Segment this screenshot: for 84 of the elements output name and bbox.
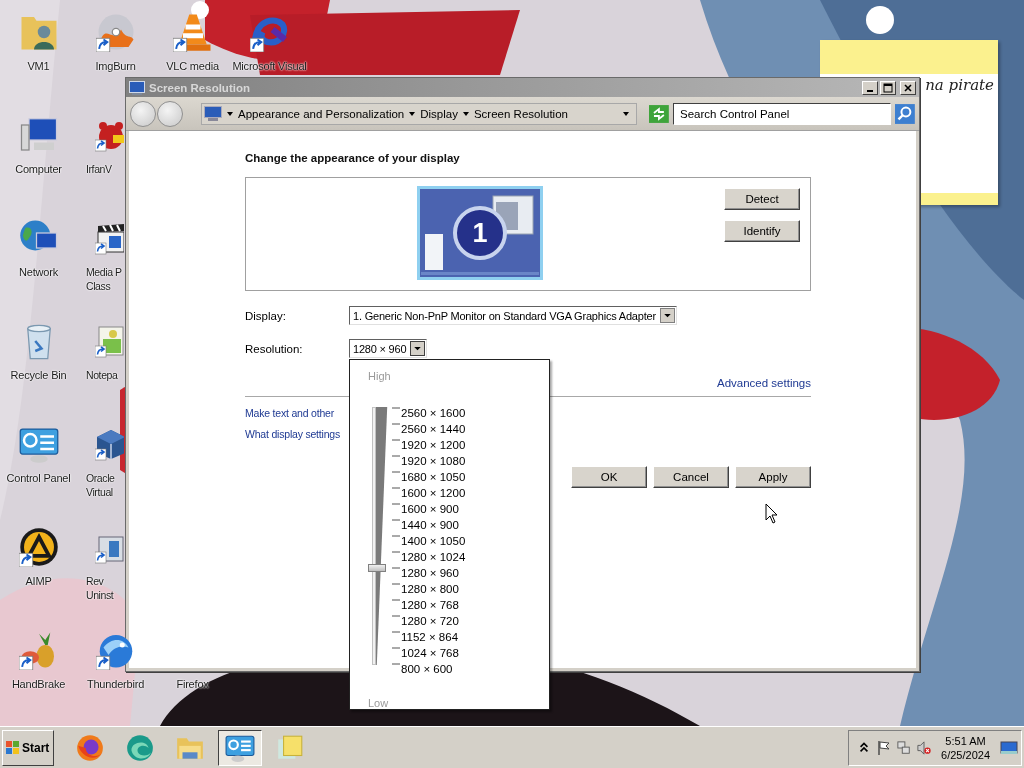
icon-label[interactable]: ImgBurn bbox=[95, 59, 136, 73]
advanced-settings-link[interactable]: Advanced settings bbox=[717, 377, 811, 389]
resolution-option[interactable]: 1280 × 960 bbox=[401, 565, 466, 581]
icon-label[interactable]: Computer bbox=[15, 162, 62, 176]
resolution-option[interactable]: 1600 × 1200 bbox=[401, 485, 466, 501]
firefox-icon[interactable] bbox=[75, 732, 105, 763]
search-field[interactable]: Search Control Panel bbox=[673, 102, 892, 125]
note-text: na pirate bbox=[925, 76, 994, 94]
resolution-option[interactable]: 800 × 600 bbox=[401, 661, 466, 677]
low-label: Low bbox=[368, 697, 390, 709]
resolution-dropdown[interactable]: 1280 × 960 bbox=[349, 339, 428, 358]
triangle-logo-icon[interactable] bbox=[18, 527, 59, 567]
icon-label[interactable]: HandBrake bbox=[11, 677, 66, 691]
field-label: Resolution: bbox=[245, 342, 304, 355]
section-heading: Change the appearance of your display bbox=[245, 151, 460, 165]
flag-logo-icon[interactable] bbox=[6, 740, 20, 755]
caret-icon[interactable] bbox=[461, 109, 470, 118]
field-label: Display: bbox=[245, 309, 287, 322]
show-desktop-icon[interactable] bbox=[1000, 740, 1018, 755]
search-icon[interactable] bbox=[895, 103, 915, 124]
resolution-option[interactable]: 1680 × 1050 bbox=[401, 469, 466, 485]
pointer-icon bbox=[765, 503, 779, 525]
traffic-cone-icon[interactable] bbox=[172, 12, 213, 52]
clock-time[interactable]: 5:51 AM bbox=[945, 733, 986, 748]
resolution-option[interactable]: 1280 × 720 bbox=[401, 613, 466, 629]
flag-icon[interactable] bbox=[877, 739, 892, 756]
refresh-icon[interactable] bbox=[649, 104, 669, 123]
push-button[interactable]: Identify bbox=[724, 220, 800, 242]
resolution-option[interactable]: 1152 × 864 bbox=[401, 629, 466, 645]
icon-label[interactable]: Oracle Virtual bbox=[77, 471, 115, 499]
icon-label[interactable]: VM1 bbox=[27, 59, 50, 73]
resolution-option[interactable]: 1280 × 800 bbox=[401, 581, 466, 597]
icon-label[interactable]: Rev Uninst bbox=[77, 574, 114, 602]
back-button[interactable] bbox=[130, 100, 156, 127]
high-label: High bbox=[368, 370, 392, 382]
icon-label[interactable]: Notepa bbox=[77, 368, 118, 382]
slider-thumb[interactable] bbox=[368, 564, 386, 572]
taskbar-button[interactable] bbox=[218, 729, 262, 766]
resolution-option[interactable]: 1024 × 768 bbox=[401, 645, 466, 661]
dropdown-arrow-icon[interactable] bbox=[410, 341, 426, 356]
display-dropdown[interactable]: 1. Generic Non-PnP Monitor on Standard VGA Graphics Adapter bbox=[349, 306, 677, 325]
disc-icon[interactable] bbox=[95, 12, 136, 52]
push-button[interactable]: Detect bbox=[724, 188, 800, 210]
caret-icon[interactable] bbox=[622, 109, 631, 118]
icon-label[interactable]: Control Panel bbox=[6, 471, 71, 485]
resolution-option[interactable]: 2560 × 1440 bbox=[401, 421, 466, 437]
icon-label[interactable]: Thunderbird bbox=[86, 677, 145, 691]
icon-label[interactable]: Network bbox=[19, 265, 58, 279]
help-link[interactable]: What display settings bbox=[245, 428, 340, 440]
volume-icon[interactable] bbox=[917, 739, 932, 756]
icon-label[interactable]: IrfanV bbox=[77, 162, 112, 176]
icon-label[interactable]: AIMP bbox=[25, 574, 52, 588]
breadcrumb-item[interactable]: Appearance and Personalization bbox=[238, 107, 405, 120]
breadcrumb-item[interactable]: Display bbox=[420, 107, 458, 120]
icon-label[interactable]: Recycle Bin bbox=[10, 368, 67, 382]
dialog-button[interactable]: Apply bbox=[735, 466, 811, 488]
dropdown-arrow-icon[interactable] bbox=[660, 308, 675, 323]
caret-icon[interactable] bbox=[226, 109, 234, 118]
help-link[interactable]: Make text and other bbox=[245, 407, 340, 419]
icon-label[interactable]: Media P Class bbox=[77, 265, 122, 293]
clock-date[interactable]: 6/25/2024 bbox=[941, 747, 990, 762]
address-bar[interactable]: Appearance and Personalization Display Screen Resolution bbox=[201, 102, 638, 125]
resolution-slider[interactable] bbox=[368, 407, 400, 665]
resolution-option[interactable]: 1920 × 1080 bbox=[401, 453, 466, 469]
resolution-option[interactable]: 2560 × 1600 bbox=[401, 405, 466, 421]
monitor-icon bbox=[129, 80, 145, 95]
resolution-option[interactable]: 1280 × 768 bbox=[401, 597, 466, 613]
resolution-option[interactable]: 1280 × 1024 bbox=[401, 549, 466, 565]
caret-icon[interactable] bbox=[408, 109, 417, 118]
monitor-number: 1 bbox=[471, 217, 489, 250]
resolution-option[interactable]: 1600 × 900 bbox=[401, 501, 466, 517]
control-panel-icon bbox=[204, 105, 222, 122]
start-button[interactable]: Start bbox=[2, 729, 54, 766]
network-icon[interactable] bbox=[897, 739, 912, 756]
resolution-option[interactable]: 1920 × 1200 bbox=[401, 437, 466, 453]
forward-button[interactable] bbox=[157, 100, 183, 127]
window-title: Screen Resolution bbox=[149, 81, 251, 94]
resolution-option[interactable]: 1400 × 1050 bbox=[401, 533, 466, 549]
dialog-button[interactable]: OK bbox=[571, 466, 647, 488]
icon-label[interactable]: VLC media bbox=[166, 59, 219, 73]
resolution-option[interactable]: 1440 × 900 bbox=[401, 517, 466, 533]
breadcrumb-item[interactable]: Screen Resolution bbox=[473, 107, 568, 120]
icon-label[interactable]: Firefox bbox=[176, 677, 209, 691]
dialog-button[interactable]: Cancel bbox=[653, 466, 729, 488]
